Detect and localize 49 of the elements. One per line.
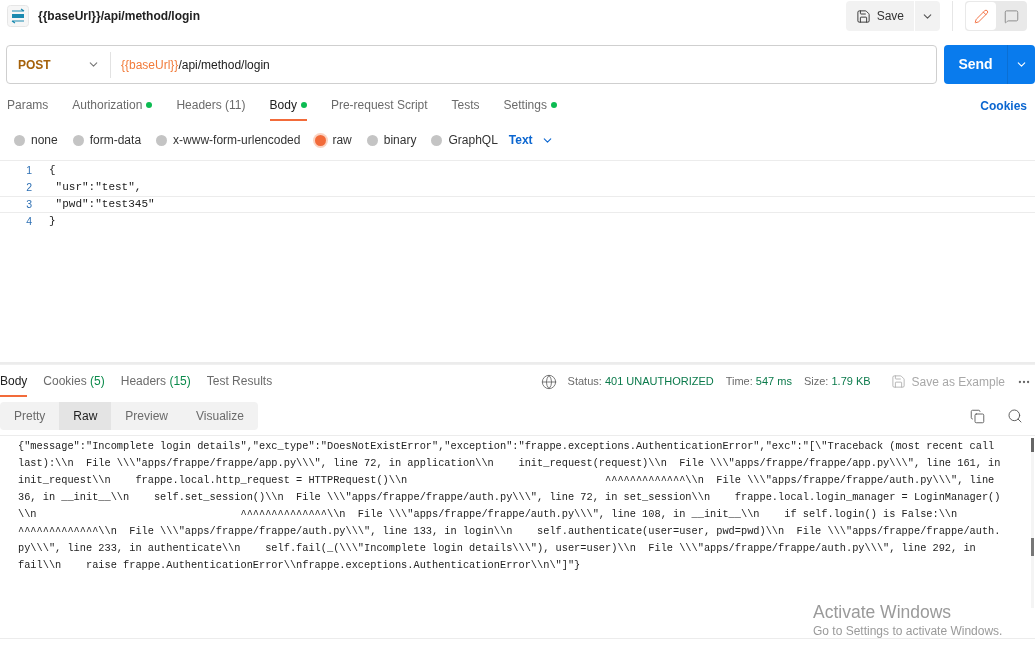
body-type-radio[interactable]: binary (366, 131, 417, 149)
cookies-link[interactable]: Cookies (980, 97, 1027, 115)
request-tab[interactable]: Body (269, 91, 307, 121)
body-type-radio[interactable]: raw (315, 131, 352, 149)
request-tab[interactable]: Tests (451, 91, 480, 121)
request-tab[interactable]: Authorization (72, 91, 153, 121)
comment-icon (1003, 8, 1019, 24)
response-tab[interactable]: Cookies (5) (43, 366, 105, 397)
pencil-icon (973, 8, 989, 24)
format-dropdown[interactable]: Text (508, 131, 554, 149)
save-icon (855, 8, 871, 24)
response-tab[interactable]: Headers (15) (120, 366, 191, 397)
url-field[interactable]: {{baseUrl}}/api/method/login (111, 46, 936, 83)
view-tab[interactable]: Visualize (182, 402, 258, 430)
globe-icon[interactable] (540, 373, 557, 390)
activation-title: Activate Windows (813, 601, 953, 623)
request-tab[interactable]: Pre-request Script (330, 91, 428, 121)
status-text: Status: 401 UNAUTHORIZED (567, 374, 714, 390)
body-type-radio[interactable]: GraphQL (431, 131, 498, 149)
size-text: Size: 1.79 KB (803, 374, 871, 390)
code-line: "usr":"test", (54, 180, 142, 196)
save-icon (890, 374, 906, 389)
code-line: { (49, 163, 56, 179)
line-number: 3 (25, 196, 32, 212)
request-tab[interactable]: Params (7, 91, 49, 121)
activation-message: Go to Settings to activate Windows. (813, 623, 1003, 639)
method-dropdown[interactable]: POST (7, 46, 110, 83)
view-tab[interactable]: Preview (111, 402, 183, 430)
body-type-radio[interactable]: x-www-form-urlencoded (156, 131, 301, 149)
request-tab[interactable]: Headers (11) (176, 91, 246, 121)
http-request-icon (7, 5, 29, 27)
request-title: {{baseUrl}}/api/method/login (38, 8, 201, 25)
line-number: 4 (25, 213, 32, 229)
view-tab[interactable]: Raw (59, 402, 112, 430)
edit-mode-button[interactable] (966, 2, 996, 30)
copy-icon[interactable] (970, 408, 985, 424)
request-tab[interactable]: Settings (503, 91, 557, 121)
line-number: 2 (25, 179, 32, 195)
time-text: Time: 547 ms (725, 374, 792, 390)
line-number: 1 (25, 162, 32, 178)
body-type-radio[interactable]: none (14, 131, 58, 149)
code-line: } (49, 214, 56, 230)
response-body: {"message":"Incomplete login details","exc_type":"DoesNotExistError","exception":"frappe.exceptions.AuthenticationError","exc":"[\"Traceback (most recent call last):\\n File \\\"apps/frappe/frappe/app.py\\\", line 72, in application\\n init_request(request)\\n File \\\"apps/frappe/frappe/app.py\\\", line 161, in init_request\\n frappe.local.http_request = HTTPRequest()\\n ^^^^^^^^^^^^^\\n File \\\"apps/frappe/frappe/auth.py\\\", line 36, in __init__\\n self.set_session()\\n File \\\"apps/frappe/frappe/auth.py\\\", line 72, in set_session\\n frappe.local.login_manager = LoginManager() \\n ^^^^^^^^^^^^^^\\n File \\\"apps/frappe/frappe/auth.py\\\", line 108, in __init__\\n if self.login() is False:\\n ^^^^^^^^^^^^^\\n File \\\"apps/frappe/frappe/auth.py\\\", line 133, in login\\n self.authenticate(user=user, pwd=pwd)\\n File \\\"apps/frappe/frappe/auth. py\\\", line 233, in authenticate\\n self.fail(_(\\\"Incomplete login details\\\"), user=user)\\n File \\\"apps/frappe/frappe/auth.py\\\", line 292, in fail\\n raise frappe.AuthenticationError\\nfrappe.exceptions.AuthenticationError\\n\"]"} (18, 439, 1002, 573)
code-line: "pwd":"test345" (54, 197, 155, 213)
response-tab[interactable]: Body (0, 366, 28, 397)
response-tab[interactable]: Test Results (206, 366, 273, 397)
search-icon[interactable] (1007, 408, 1023, 424)
view-tab[interactable]: Pretty (0, 402, 60, 430)
body-type-radio[interactable]: form-data (72, 131, 142, 149)
